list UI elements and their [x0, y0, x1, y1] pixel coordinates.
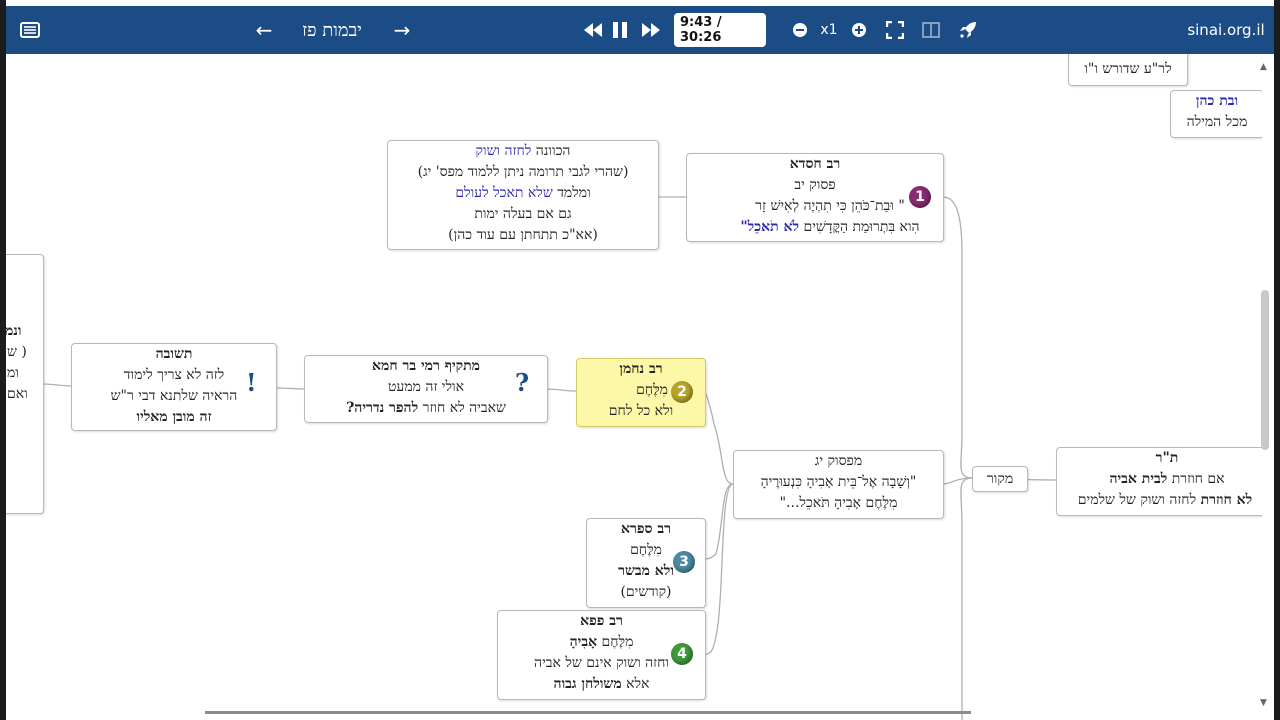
- node-text: (שהרי לגבי תרומה ניתן ללמוד מפס' יג): [417, 164, 629, 180]
- node-highlight-text: להפר נדריה?: [346, 400, 419, 416]
- node-title: רב נחמן: [619, 361, 663, 377]
- node-text: זה מובן מאליו: [136, 409, 212, 425]
- node-tr[interactable]: ת"ר אם חוזרת לבית אביה לא חוזרת לחזה ושו…: [1056, 447, 1262, 516]
- node-text: לחזה ושוק של שלמים: [1077, 492, 1197, 508]
- fullscreen-icon[interactable]: [884, 6, 906, 54]
- node-text: אולי זה ממעט: [387, 379, 465, 395]
- node-text: ומ: [7, 365, 19, 381]
- node-highlight-text: לחזה ושוק: [475, 143, 532, 159]
- node-rav-nachman[interactable]: רב נחמן מִלֶּחֶם ולא כל לחם 2: [576, 358, 706, 427]
- node-text: אלא: [626, 676, 650, 692]
- node-text: פסוק יב: [794, 177, 836, 193]
- exclamation-icon: !: [246, 368, 257, 397]
- node-text: ואם: [7, 386, 28, 402]
- node-text: מקור: [986, 471, 1014, 487]
- node-title: ונמ: [6, 323, 22, 339]
- node-text: הִוא בִּתְרוּמַת הַקֳּדָשִׁים: [803, 219, 920, 235]
- scroll-up-icon[interactable]: ▲: [1260, 62, 1267, 72]
- rocket-icon[interactable]: [957, 6, 979, 54]
- node-makor[interactable]: מקור: [972, 466, 1028, 492]
- scrollbar-thumb[interactable]: [1261, 290, 1269, 450]
- horizontal-scrollbar[interactable]: [205, 711, 971, 714]
- node-rav-papa[interactable]: רב פפא מִלֶּחֶם אָבִיהָ וחזה ושוק אינם ש…: [497, 610, 706, 700]
- node-matkif[interactable]: מתקיף רמי בר חמא אולי זה ממעט שאביה לא ח…: [304, 355, 548, 423]
- node-text: מִלֶּחֶם אָבִיהָ תֹּאכֵל...": [779, 495, 898, 511]
- node-title: רב חסדא: [789, 156, 841, 172]
- node-left-partial[interactable]: ונמ ( ש ומ ואם: [6, 254, 44, 514]
- node-title: ובת כהן: [1195, 93, 1239, 109]
- node-rav-safra[interactable]: רב ספרא מִלֶּחֶם ולא מבשר (קודשים) 3: [586, 518, 706, 608]
- next-page-button[interactable]: →: [390, 6, 414, 54]
- node-text: (אא"כ תתחתן עם עוד כהן): [448, 227, 598, 243]
- node-highlight-text: שלא תאכל לעולם: [455, 185, 553, 201]
- node-highlight-text: אָבִיהָ: [569, 634, 598, 650]
- player-toolbar: ← יבמות פז → 9:43 / 30:26 x1 sinai.org.i…: [6, 6, 1274, 54]
- split-view-icon[interactable]: [920, 6, 942, 54]
- page-title: יבמות פז: [302, 19, 362, 41]
- node-text: "וְשָׁבָה אֶל־בֵּית אָבִיהָ כִּנְעוּרֶיה…: [760, 474, 917, 490]
- right-frame-border: [1274, 0, 1280, 720]
- zoom-out-icon[interactable]: [791, 6, 809, 54]
- menu-icon[interactable]: [18, 6, 42, 54]
- node-kavana[interactable]: הכוונה לחזה ושוק (שהרי לגבי תרומה ניתן ל…: [387, 140, 659, 250]
- node-text: ומלמד: [557, 185, 591, 201]
- time-readout: 9:43 / 30:26: [674, 13, 766, 47]
- fast-forward-button[interactable]: [640, 6, 662, 54]
- vertical-scrollbar[interactable]: ▲ ▼: [1258, 60, 1272, 710]
- node-title: ת"ר: [1155, 450, 1179, 466]
- node-text: הכוונה: [535, 143, 571, 159]
- question-icon: ?: [515, 368, 530, 397]
- node-title: רב ספרא: [621, 521, 671, 537]
- node-highlight-text: משולחן גבוה: [553, 676, 622, 692]
- scroll-down-icon[interactable]: ▼: [1260, 698, 1267, 708]
- node-title: מפסוק יג: [814, 453, 863, 469]
- zoom-in-icon[interactable]: [850, 6, 868, 54]
- site-link[interactable]: sinai.org.il: [1184, 6, 1268, 54]
- node-text: שאביה לא חוזר: [422, 400, 506, 416]
- node-text: מִלֶּחֶם: [601, 634, 634, 650]
- node-text: ( ש: [7, 344, 27, 360]
- node-title: רב פפא: [580, 613, 623, 629]
- node-teshuva[interactable]: תשובה לזה לא צריך לימוד הראיה שלתנא דבי …: [71, 343, 277, 431]
- prev-page-button[interactable]: ←: [252, 6, 276, 54]
- rewind-button[interactable]: [582, 6, 604, 54]
- pause-button[interactable]: [609, 6, 631, 54]
- node-highlight-text: לבית אביה: [1109, 471, 1168, 487]
- node-pasuk-yg[interactable]: מפסוק יג "וְשָׁבָה אֶל־בֵּית אָבִיהָ כִּ…: [733, 450, 944, 519]
- mindmap-canvas[interactable]: לר"ע שדורש ו"ו ובת כהן מכל המילה רב חסדא…: [6, 54, 1262, 720]
- node-text: " וּבַת־כֹּהֵן כִּי תִהְיֶה לְאִישׁ זָר: [755, 198, 905, 214]
- node-text: ולא כל לחם: [608, 403, 674, 419]
- node-title: מתקיף רמי בר חמא: [372, 358, 480, 374]
- number-badge-2: 2: [671, 381, 693, 403]
- node-text: אם חוזרת: [1171, 471, 1225, 487]
- node-highlight-text: לא חוזרת: [1200, 492, 1253, 508]
- node-highlight-text: לֹא תֹאכֵל": [740, 219, 800, 235]
- node-text: מכל המילה: [1186, 114, 1248, 130]
- speed-label: x1: [820, 22, 838, 38]
- node-bat-kohen[interactable]: ובת כהן מכל המילה: [1170, 90, 1262, 138]
- number-badge-4: 4: [671, 643, 693, 665]
- time-display: 9:43 / 30:26: [674, 6, 766, 54]
- node-top-right-partial[interactable]: לר"ע שדורש ו"ו: [1068, 54, 1188, 86]
- node-title: תשובה: [155, 346, 193, 362]
- node-text: גם אם בעלה ימות: [474, 206, 572, 222]
- node-rav-chisda[interactable]: רב חסדא פסוק יב " וּבַת־כֹּהֵן כִּי תִהְ…: [686, 153, 944, 242]
- node-text: לר"ע שדורש ו"ו: [1084, 61, 1172, 77]
- node-text: (קודשים): [620, 584, 672, 600]
- number-badge-1: 1: [909, 186, 931, 208]
- number-badge-3: 3: [673, 551, 695, 573]
